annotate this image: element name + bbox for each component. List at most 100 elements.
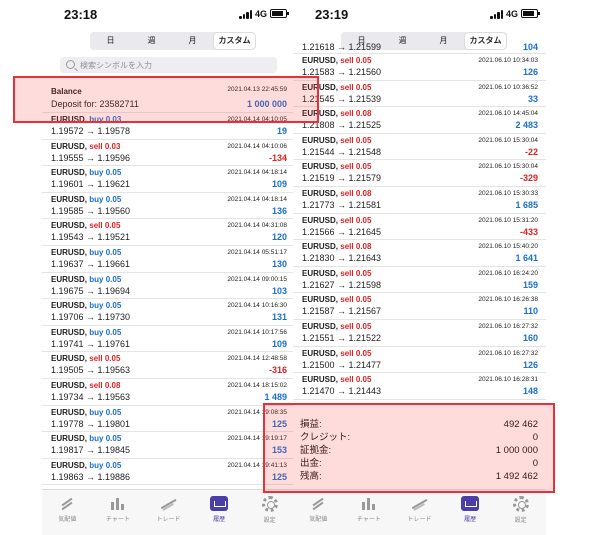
tab-quotes[interactable]: 気配値	[42, 490, 93, 535]
deal-row[interactable]: EURUSD, sell 0.08 1.21830 → 1.21643 2021.0…	[293, 240, 546, 267]
tab-trade[interactable]: トレード	[143, 490, 194, 535]
deal-row[interactable]: EURUSD, sell 0.08 1.19734 → 1.19563 2021.0…	[42, 379, 295, 406]
deal-row[interactable]: EURUSD, sell 0.05 1.21544 → 1.21548 2021.0…	[293, 134, 546, 161]
segment-week[interactable]: 週	[131, 32, 172, 50]
deal-row[interactable]: EURUSD, sell 0.03 1.19555 → 1.19596 2021.0…	[42, 140, 295, 167]
tab-history[interactable]: 履歴	[194, 490, 245, 535]
deal-profit: 131	[271, 312, 287, 323]
deal-symbol: EURUSD, buy 0.05	[51, 407, 122, 417]
deal-profit: 19	[276, 126, 287, 136]
search-icon	[66, 60, 75, 69]
deal-symbol: EURUSD, buy 0.05	[51, 194, 122, 204]
deal-profit: 159	[522, 279, 538, 290]
deal-direction: sell 0.05	[340, 56, 372, 65]
deal-symbol: EURUSD, sell 0.08	[51, 380, 121, 390]
deal-direction: sell 0.05	[340, 321, 372, 331]
deal-datetime: 2021.06.10 16:28:31	[478, 376, 538, 384]
deal-profit: 1 641	[515, 253, 538, 264]
deal-row[interactable]: EURUSD, buy 0.05 1.19601 → 1.19621 2021.04…	[42, 166, 295, 193]
deal-prices: 1.21519 → 1.21579	[302, 173, 382, 184]
deal-row[interactable]: EURUSD, sell 0.05 1.19543 → 1.19521 2021.0…	[42, 219, 295, 246]
highlight-box-summary	[263, 403, 555, 493]
deal-direction: sell 0.05	[340, 82, 372, 92]
deal-row[interactable]: EURUSD, buy 0.05 1.19863 → 1.19886 2021.04…	[42, 459, 295, 486]
tab-label: 設定	[514, 518, 527, 524]
deal-row[interactable]: EURUSD, sell 0.05 1.19505 → 1.19563 2021.0…	[42, 352, 295, 379]
deal-prices: 1.19585 → 1.19560	[51, 205, 131, 216]
deal-direction: buy 0.05	[89, 168, 122, 178]
deal-symbol: EURUSD, buy 0.05	[51, 168, 122, 178]
tab-settings[interactable]: 設定	[244, 490, 295, 535]
search-input[interactable]	[80, 57, 270, 73]
deal-row[interactable]: EURUSD, sell 0.05 1.21519 → 1.21579 2021.0…	[293, 160, 546, 187]
deal-datetime: 2021.06.10 15:30:04	[478, 136, 538, 144]
deal-row[interactable]: EURUSD, sell 0.05 1.21470 → 1.21443 2021.0…	[293, 373, 546, 400]
deal-profit: 110	[523, 306, 538, 317]
deal-row[interactable]: EURUSD, buy 0.05 1.19675 → 1.19694 2021.04…	[42, 273, 295, 300]
deal-prices: 1.19734 → 1.19563	[51, 391, 131, 402]
deal-direction: sell 0.08	[89, 380, 121, 390]
history-icon	[210, 496, 229, 511]
deal-prices: 1.21544 → 1.21548	[302, 146, 382, 157]
chart-icon	[109, 496, 127, 511]
tab-history[interactable]: 履歴	[445, 490, 496, 535]
deal-profit: 2 483	[515, 120, 538, 131]
deal-prices: 1.19675 → 1.19694	[51, 285, 131, 296]
deal-datetime: 2021.06.10 16:26:38	[478, 296, 538, 304]
deal-datetime: 2021.06.10 10:34:03	[478, 57, 538, 64]
deal-datetime: 2021.06.10 10:36:52	[478, 83, 538, 91]
tab-quotes[interactable]: 気配値	[293, 490, 344, 535]
deal-datetime: 2021.06.10 15:30:04	[478, 163, 538, 171]
deal-row[interactable]: EURUSD, buy 0.05 1.19778 → 1.19801 2021.04…	[42, 406, 295, 433]
segment-month[interactable]: 月	[172, 32, 213, 50]
deal-prices: 1.21627 → 1.21598	[302, 279, 382, 290]
deal-profit: -134	[268, 152, 287, 163]
deal-row[interactable]: EURUSD, buy 0.05 1.19741 → 1.19761 2021.04…	[42, 326, 295, 353]
deal-direction: sell 0.05	[340, 135, 372, 145]
deal-symbol: EURUSD, sell 0.05	[302, 215, 372, 225]
deal-symbol: EURUSD, sell 0.05	[51, 354, 121, 364]
deal-row[interactable]: EURUSD, buy 0.05 1.19585 → 1.19560 2021.04…	[42, 193, 295, 220]
tab-trade[interactable]: トレード	[394, 490, 445, 535]
deal-datetime: 2021.04.14 05:51:17	[227, 248, 287, 256]
tab-chart[interactable]: チャート	[93, 490, 144, 535]
deal-symbol: EURUSD, sell 0.08	[302, 242, 372, 252]
tab-chart[interactable]: チャート	[344, 490, 395, 535]
deal-prices: 1.19572 → 1.19578	[51, 126, 131, 136]
segment-day[interactable]: 日	[90, 32, 131, 50]
deal-row[interactable]: EURUSD, sell 0.05 1.21500 → 1.21477 2021.0…	[293, 347, 546, 374]
deal-row[interactable]: EURUSD, buy 0.05 1.19706 → 1.19730 2021.04…	[42, 299, 295, 326]
deal-row[interactable]: EURUSD, sell 0.05 1.21545 → 1.21539 2021.0…	[293, 81, 546, 108]
deal-profit: 1 685	[515, 199, 538, 210]
deal-row[interactable]: EURUSD, sell 0.08 1.21808 → 1.21525 2021.0…	[293, 107, 546, 134]
deal-prices: 1.21587 → 1.21567	[302, 306, 382, 317]
deal-row[interactable]: EURUSD, sell 0.05 1.21627 → 1.21598 2021.0…	[293, 267, 546, 294]
tab-label: トレード	[156, 517, 181, 523]
deal-datetime: 2021.04.14 12:48:58	[227, 355, 287, 363]
deal-direction: sell 0.05	[340, 375, 372, 385]
deal-direction: sell 0.08	[340, 188, 372, 198]
deal-row[interactable]: EURUSD, sell 0.05 1.21551 → 1.21522 2021.0…	[293, 320, 546, 347]
deal-row[interactable]: EURUSD, sell 0.05 1.21566 → 1.21645 2021.0…	[293, 214, 546, 241]
deal-symbol: EURUSD, sell 0.03	[51, 141, 121, 151]
signal-icon	[490, 10, 504, 19]
deal-row[interactable]: EURUSD, sell 0.05 1.21587 → 1.21567 2021.0…	[293, 293, 546, 320]
deal-row[interactable]: EURUSD, buy 0.05 1.19637 → 1.19661 2021.04…	[42, 246, 295, 273]
list-item-partial[interactable]: 1.21618 → 1.21599 104	[293, 42, 546, 54]
segment-custom[interactable]: カスタム	[214, 33, 255, 49]
deal-symbol: EURUSD, buy 0.05	[51, 327, 122, 337]
deal-prices: 1.19555 → 1.19596	[51, 152, 131, 163]
deal-prices: 1.21773 → 1.21581	[302, 199, 382, 210]
highlight-box-balance	[13, 76, 319, 123]
deal-direction: buy 0.05	[89, 301, 122, 311]
deal-row[interactable]: EURUSD, sell 0.08 1.21773 → 1.21581 2021.0…	[293, 187, 546, 214]
deal-row[interactable]: EURUSD, buy 0.05 1.19817 → 1.19845 2021.04…	[42, 432, 295, 459]
deal-symbol: EURUSD, buy 0.05	[51, 247, 122, 257]
tab-settings[interactable]: 設定	[495, 490, 546, 535]
deal-datetime: 2021.06.10 16:27:32	[478, 322, 538, 330]
deal-profit: 109	[271, 338, 287, 349]
deal-prices: 1.19505 → 1.19563	[51, 365, 131, 376]
trade-icon	[410, 496, 428, 511]
deal-profit: -22	[524, 146, 538, 157]
deal-row[interactable]: EURUSD, sell 0.05 1.21583 → 1.21560 2021.0…	[293, 54, 546, 81]
